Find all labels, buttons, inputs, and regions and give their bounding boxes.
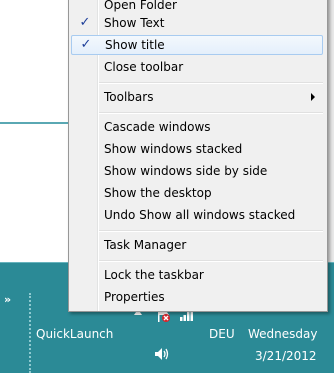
menu-item-label: Show windows side by side	[104, 164, 268, 178]
toolbar-grip[interactable]	[29, 293, 31, 373]
menu-item-cascade-windows[interactable]: Cascade windows	[71, 117, 323, 137]
menu-separator	[99, 230, 323, 232]
menu-item-label: Close toolbar	[104, 60, 184, 74]
input-language-indicator[interactable]: DEU	[209, 327, 235, 341]
menu-item-label: Show windows stacked	[104, 142, 243, 156]
menu-separator	[99, 112, 323, 114]
toolbar-overflow-chevron[interactable]: »	[4, 293, 11, 306]
clock-day[interactable]: Wednesday	[248, 327, 317, 341]
quicklaunch-toolbar-title[interactable]: QuickLaunch	[36, 327, 113, 341]
menu-separator	[99, 260, 323, 262]
menu-item-task-manager[interactable]: Task Manager	[71, 235, 323, 255]
menu-item-show-windows-side-by-side[interactable]: Show windows side by side	[71, 161, 323, 181]
menu-item-label: Show Text	[104, 16, 165, 30]
menu-item-lock-the-taskbar[interactable]: Lock the taskbar	[71, 265, 323, 285]
menu-item-label: Cascade windows	[104, 120, 211, 134]
menu-item-label: Show the desktop	[104, 186, 212, 200]
menu-item-label: Lock the taskbar	[104, 268, 204, 282]
menu-item-show-windows-stacked[interactable]: Show windows stacked	[71, 139, 323, 159]
menu-item-properties[interactable]: Properties	[71, 287, 323, 307]
menu-item-undo-show-all-windows-stacked[interactable]: Undo Show all windows stacked	[71, 205, 323, 225]
menu-item-label: Toolbars	[104, 90, 154, 104]
menu-item-label: Undo Show all windows stacked	[104, 208, 296, 222]
menu-item-show-text[interactable]: ✓ Show Text	[71, 13, 323, 33]
menu-item-label: Task Manager	[104, 238, 187, 252]
submenu-arrow-icon	[311, 93, 315, 101]
menu-item-close-toolbar[interactable]: Close toolbar	[71, 57, 323, 77]
menu-item-toolbars[interactable]: Toolbars	[71, 87, 323, 107]
menu-item-show-the-desktop[interactable]: Show the desktop	[71, 183, 323, 203]
menu-item-show-title[interactable]: ✓ Show title	[71, 35, 323, 55]
menu-item-label: Show title	[105, 38, 165, 52]
clock-date[interactable]: 3/21/2012	[255, 349, 317, 363]
checkmark-icon: ✓	[80, 37, 92, 52]
menu-item-label: Properties	[104, 290, 165, 304]
taskbar-context-menu: Open Folder ✓ Show Text ✓ Show title Clo…	[68, 0, 328, 312]
volume-speaker-icon[interactable]	[154, 347, 170, 361]
menu-separator	[99, 82, 323, 84]
checkmark-icon: ✓	[79, 15, 91, 30]
